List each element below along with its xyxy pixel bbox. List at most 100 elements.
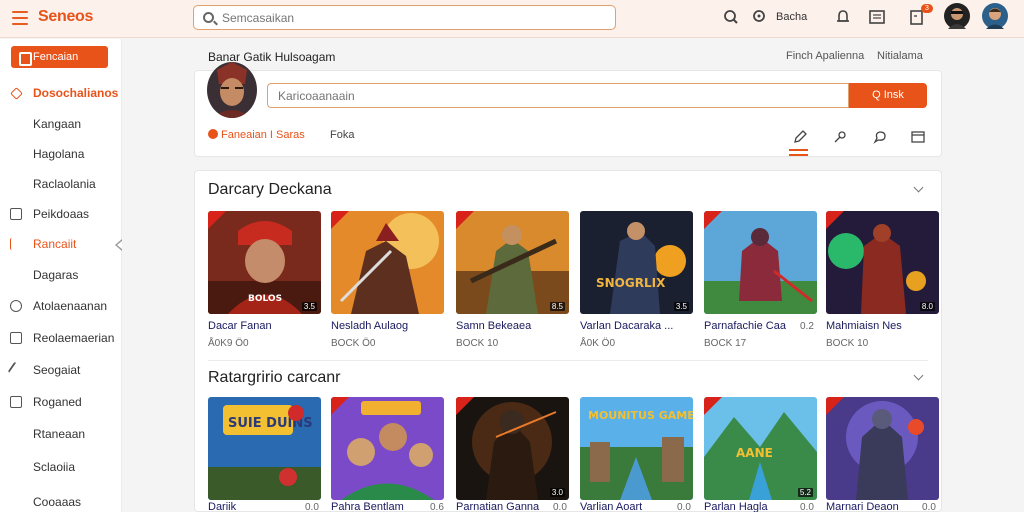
- hot-corner: [331, 211, 349, 229]
- game-tile[interactable]: BOLOS 3.5: [208, 211, 321, 314]
- game-score: 0.0: [922, 502, 936, 512]
- tab-other[interactable]: Foka: [330, 129, 354, 141]
- game-title[interactable]: Dacar Fanan: [208, 320, 321, 332]
- tab-active[interactable]: Faneaian I Saras: [208, 129, 305, 141]
- magnifier-icon[interactable]: [722, 8, 740, 26]
- sidebar-item-6[interactable]: Dagaras: [0, 264, 122, 286]
- game-tile[interactable]: SNOGRLIX 3.5: [580, 211, 693, 314]
- chat-icon[interactable]: [873, 130, 887, 144]
- svg-text:BOLOS: BOLOS: [248, 294, 282, 304]
- friend-avatar[interactable]: [944, 3, 970, 29]
- sidebar-item-3[interactable]: Raclaolania: [0, 173, 122, 195]
- sidebar-item-label: Reolaemaerian: [33, 331, 115, 345]
- search-icon: [203, 12, 214, 23]
- game-tile[interactable]: 8.5: [456, 211, 569, 314]
- sidebar-item-10[interactable]: Roganed: [0, 391, 122, 413]
- game-title[interactable]: Pahra Bentlam: [331, 501, 444, 512]
- game-title[interactable]: Mahmiaisn Nes: [826, 320, 939, 332]
- collapse-sidebar-icon[interactable]: [115, 239, 122, 251]
- hot-corner: [208, 211, 226, 229]
- game-tile[interactable]: [704, 211, 817, 314]
- header-link-2[interactable]: Nitialama: [877, 50, 923, 62]
- user-avatar[interactable]: [982, 3, 1008, 29]
- composer-tabs: Faneaian I Saras Foka: [208, 129, 354, 141]
- hot-corner: [826, 397, 844, 415]
- pin-icon[interactable]: [833, 130, 847, 144]
- sidebar-item-4[interactable]: Peikdoaas: [0, 203, 122, 225]
- top-bar: Seneos Bacha 3: [0, 0, 1024, 38]
- sidebar-item-12[interactable]: Sclaoiia: [0, 456, 122, 478]
- game-title[interactable]: Varlan Dacaraka ...: [580, 320, 693, 332]
- game-tile[interactable]: MOUNITUS GAME: [580, 397, 693, 500]
- menu-icon[interactable]: [12, 11, 28, 25]
- game-score: 0.0: [553, 502, 567, 512]
- game-tile[interactable]: [331, 397, 444, 500]
- sidebar-item-label: Seogaiat: [33, 363, 81, 377]
- sidebar-item-label: Atolaenaanan: [33, 299, 108, 313]
- section-title: Darcary Deckana: [208, 181, 332, 198]
- sidebar-item-11[interactable]: Rtaneaan: [0, 423, 122, 445]
- sidebar-item-label: Raclaolania: [33, 177, 96, 191]
- sidebar-item-label: Rancaiit: [33, 237, 77, 251]
- sidebar-item-label: Roganed: [33, 395, 82, 409]
- monitor-icon: [10, 332, 22, 344]
- sidebar-item-7[interactable]: Atolaenaanan: [0, 295, 122, 317]
- app-logo[interactable]: Seneos: [38, 8, 93, 26]
- bell-icon[interactable]: [834, 8, 852, 26]
- game-tile[interactable]: [826, 397, 939, 500]
- tile-rating: 5.2: [797, 488, 813, 497]
- tile-rating: 3.5: [673, 302, 689, 311]
- sidebar-item-label: Dagaras: [33, 268, 79, 282]
- game-meta: BOCK 17: [704, 338, 747, 349]
- game-score: 0.2: [800, 321, 814, 332]
- hot-corner: [331, 397, 349, 415]
- section-title: Ratargririo carcanr: [208, 369, 341, 386]
- sidebar-item-9[interactable]: Seogaiat: [0, 359, 122, 381]
- search-input[interactable]: [222, 9, 602, 26]
- profile-avatar[interactable]: [207, 62, 257, 118]
- people-icon: [10, 300, 22, 312]
- messages-icon[interactable]: [868, 8, 886, 26]
- search-box[interactable]: [193, 5, 616, 30]
- fire-icon: [208, 129, 218, 139]
- sidebar-item-label: Rtaneaan: [33, 427, 86, 441]
- post-button[interactable]: Q Insk: [849, 83, 927, 108]
- help-icon[interactable]: [752, 8, 770, 26]
- active-tab-indicator: [789, 149, 808, 156]
- section-divider: [208, 360, 928, 361]
- game-title[interactable]: Nesladh Aulaog: [331, 320, 444, 332]
- help-label[interactable]: Bacha: [776, 11, 807, 23]
- game-tile[interactable]: AANE 5.2: [704, 397, 817, 500]
- sidebar-item-5[interactable]: Rancaiit: [0, 233, 122, 255]
- game-meta: BOCK 10: [826, 338, 869, 349]
- sidebar-item-13[interactable]: Cooaaas: [0, 491, 122, 512]
- hot-corner: [704, 211, 722, 229]
- tile-rating: 8.0: [919, 302, 935, 311]
- hot-corner: [704, 397, 722, 415]
- header-link-1[interactable]: Finch Apalienna: [786, 50, 864, 62]
- game-tile[interactable]: SUIE DUINS: [208, 397, 321, 500]
- tile-rating: 8.5: [549, 302, 565, 311]
- hot-corner: [826, 211, 844, 229]
- post-input[interactable]: [267, 83, 849, 108]
- hot-corner: [456, 211, 474, 229]
- game-meta: BOCK Ö0: [331, 338, 376, 349]
- sidebar-item-8[interactable]: Reolaemaerian: [0, 327, 122, 349]
- calendar-icon[interactable]: [911, 130, 925, 144]
- game-meta: Å0K9 Ö0: [208, 338, 249, 349]
- sidebar-item-1[interactable]: Kangaan: [0, 113, 122, 135]
- sidebar-item-label: Dosochalianos: [33, 86, 119, 100]
- create-button[interactable]: Fencaian: [11, 46, 108, 68]
- game-tile[interactable]: 3.0: [456, 397, 569, 500]
- sidebar: Fencaian Dosochalianos Kangaan Hagolana …: [0, 39, 122, 512]
- sidebar-item-0[interactable]: Dosochalianos: [0, 82, 122, 104]
- edit-icon[interactable]: [793, 130, 807, 144]
- sidebar-item-label: Kangaan: [33, 117, 82, 131]
- svg-text:MOUNITUS GAME: MOUNITUS GAME: [588, 409, 693, 422]
- game-tile[interactable]: [331, 211, 444, 314]
- game-title[interactable]: Samn Bekeaea: [456, 320, 569, 332]
- svg-text:AANE: AANE: [736, 446, 773, 460]
- sidebar-item-2[interactable]: Hagolana: [0, 143, 122, 165]
- tile-rating: 3.5: [301, 302, 317, 311]
- game-tile[interactable]: 8.0: [826, 211, 939, 314]
